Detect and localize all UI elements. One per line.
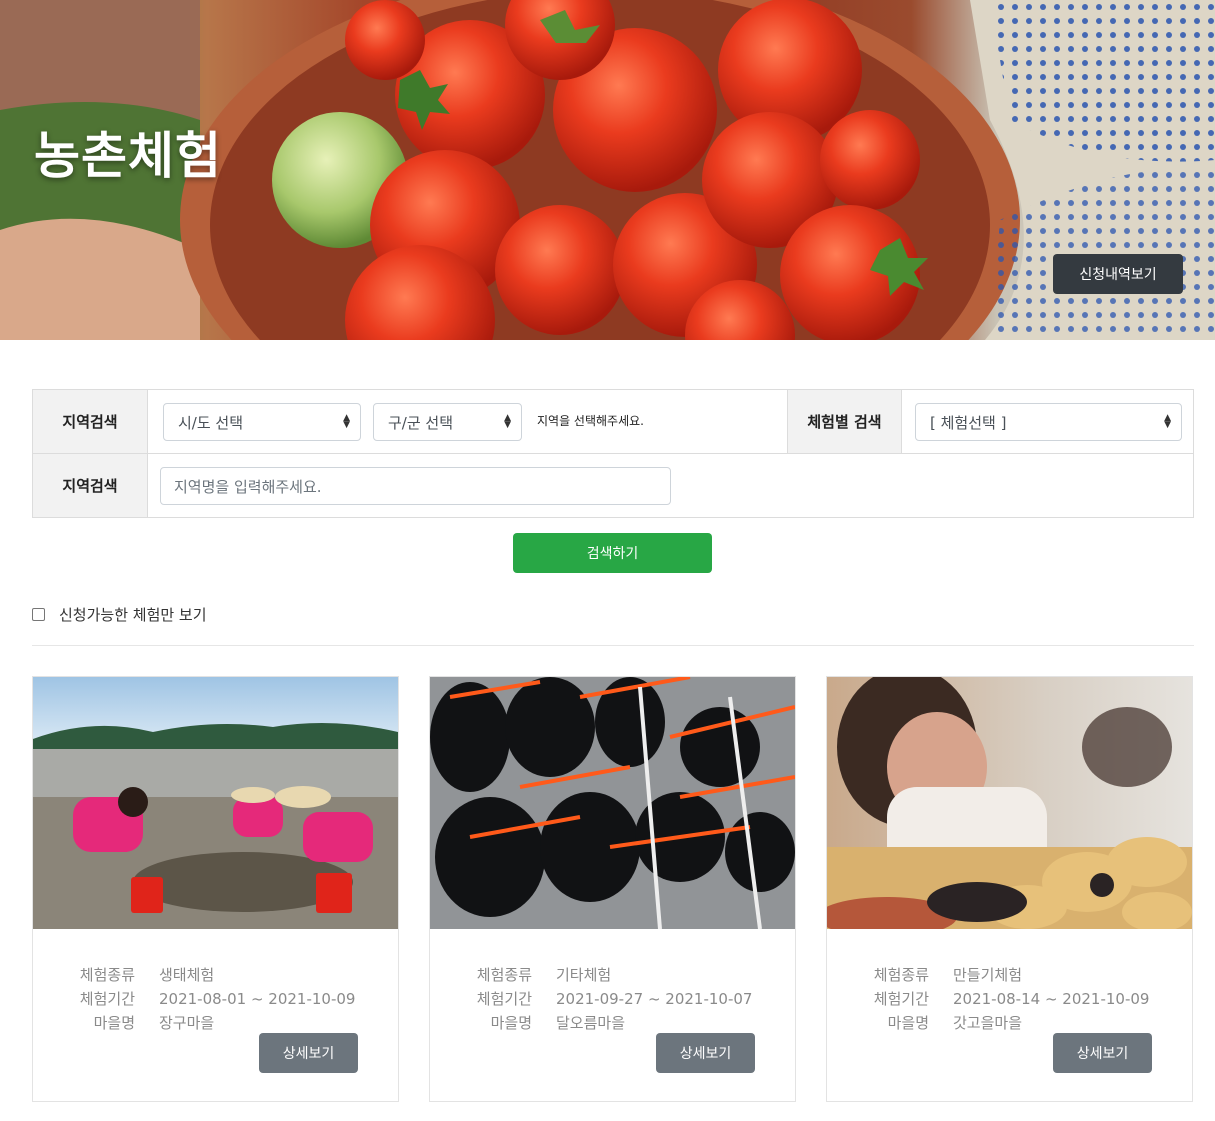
detail-button[interactable]: 상세보기: [259, 1033, 358, 1073]
card-photo-masks[interactable]: [430, 677, 795, 929]
period-label: 체험기간: [476, 990, 532, 1008]
page-title: 농촌체험: [34, 127, 222, 185]
period-value: 2021-08-01 ~ 2021-10-09: [159, 990, 356, 1008]
gugun-select-value: 구/군 선택: [388, 413, 454, 432]
experience-select[interactable]: [ 체험선택 ] ▲ ▼: [915, 403, 1182, 441]
select-arrows-icon: ▲ ▼: [343, 413, 350, 430]
gourd-craft-photo: [827, 677, 1192, 929]
application-history-button[interactable]: 신청내역보기: [1053, 254, 1183, 294]
type-label: 체험종류: [79, 966, 135, 984]
period-value: 2021-08-14 ~ 2021-10-09: [953, 990, 1150, 1008]
select-arrows-icon: ▲ ▼: [504, 413, 511, 430]
card-photo-mudflat[interactable]: [33, 677, 398, 929]
card-info: 체험종류 만들기체험 체험기간 2021-08-14 ~ 2021-10-09 마을…: [865, 963, 1150, 1035]
village-label: 마을명: [93, 1014, 135, 1032]
type-value: 만들기체험: [953, 966, 1023, 984]
card-photo-gourd-craft[interactable]: [827, 677, 1192, 929]
type-value: 기타체험: [556, 966, 612, 984]
region-hint-text: 지역을 선택해주세요.: [537, 414, 644, 428]
sido-select[interactable]: 시/도 선택 ▲ ▼: [163, 403, 361, 441]
divider: [32, 645, 1194, 646]
experience-card: 체험종류 생태체험 체험기간 2021-08-01 ~ 2021-10-09 마을명…: [32, 676, 399, 1102]
search-row-region: 지역검색 시/도 선택 ▲ ▼ 구/군 선택 ▲ ▼ 지역을 선택해주세요. 체험별…: [33, 390, 1193, 454]
type-label: 체험종류: [873, 966, 929, 984]
village-value: 갓고을마을: [953, 1014, 1023, 1032]
experience-select-value: [ 체험선택 ]: [930, 413, 1007, 432]
region-search-label: 지역검색: [33, 390, 148, 453]
period-label: 체험기간: [79, 990, 135, 1008]
search-row-keyword: 지역검색 지역명을 입력해주세요.: [33, 454, 1193, 517]
village-value: 장구마을: [159, 1014, 215, 1032]
hero-banner: 농촌체험 신청내역보기: [0, 0, 1215, 340]
sido-select-value: 시/도 선택: [178, 413, 244, 432]
only-available-label[interactable]: 신청가능한 체험만 보기: [59, 604, 207, 625]
experience-card: 체험종류 기타체험 체험기간 2021-09-27 ~ 2021-10-07 마을명…: [429, 676, 796, 1102]
village-label: 마을명: [887, 1014, 929, 1032]
period-label: 체험기간: [873, 990, 929, 1008]
village-value: 달오름마을: [556, 1014, 626, 1032]
masks-photo: [430, 677, 795, 929]
experience-search-label: 체험별 검색: [787, 390, 902, 453]
period-value: 2021-09-27 ~ 2021-10-07: [556, 990, 753, 1008]
experience-card: 체험종류 만들기체험 체험기간 2021-08-14 ~ 2021-10-09 마을…: [826, 676, 1193, 1102]
type-value: 생태체험: [159, 966, 215, 984]
search-form: 지역검색 시/도 선택 ▲ ▼ 구/군 선택 ▲ ▼ 지역을 선택해주세요. 체험별…: [32, 389, 1194, 518]
card-info: 체험종류 기타체험 체험기간 2021-09-27 ~ 2021-10-07 마을명…: [468, 963, 753, 1035]
mudflat-photo: [33, 677, 398, 929]
only-available-checkbox[interactable]: [32, 608, 45, 621]
available-filter: 신청가능한 체험만 보기: [32, 604, 207, 625]
card-info: 체험종류 생태체험 체험기간 2021-08-01 ~ 2021-10-09 마을명…: [71, 963, 356, 1035]
type-label: 체험종류: [476, 966, 532, 984]
keyword-search-label: 지역검색: [33, 454, 148, 517]
detail-button[interactable]: 상세보기: [1053, 1033, 1152, 1073]
village-label: 마을명: [490, 1014, 532, 1032]
search-button[interactable]: 검색하기: [513, 533, 712, 573]
select-arrows-icon: ▲ ▼: [1164, 413, 1171, 430]
detail-button[interactable]: 상세보기: [656, 1033, 755, 1073]
region-name-input[interactable]: 지역명을 입력해주세요.: [160, 467, 671, 505]
gugun-select[interactable]: 구/군 선택 ▲ ▼: [373, 403, 522, 441]
